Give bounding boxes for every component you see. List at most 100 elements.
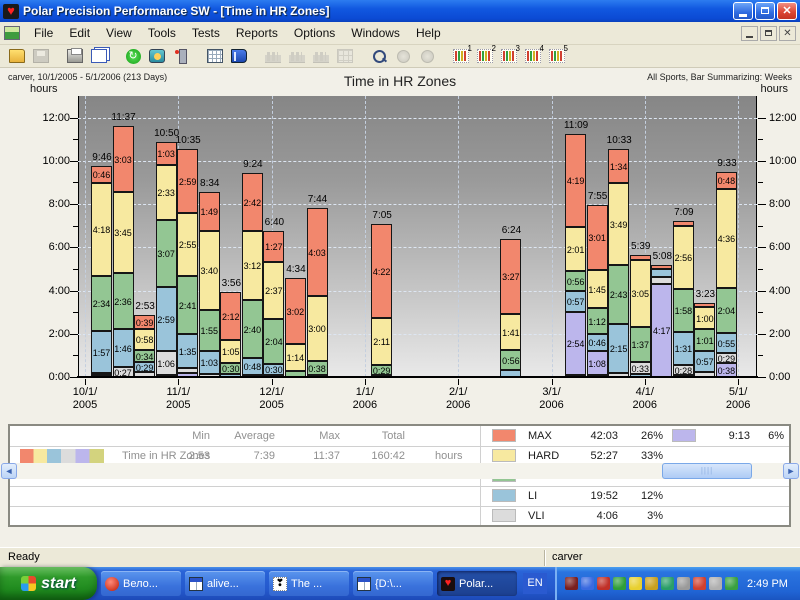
bar-segment-hard[interactable]: 2:56 bbox=[673, 226, 694, 289]
bar-segment-vli[interactable]: 1:06 bbox=[156, 351, 177, 375]
bar-segment-hard[interactable]: 3:45 bbox=[113, 192, 134, 273]
bar-segment-max[interactable] bbox=[694, 303, 715, 307]
bar-segment-max[interactable]: 0:39 bbox=[134, 315, 155, 329]
bar-segment-hard[interactable]: 3:05 bbox=[630, 260, 651, 327]
bar-segment-max[interactable]: 0:48 bbox=[716, 172, 737, 189]
bar-segment-vli[interactable]: 0:29 bbox=[716, 353, 737, 363]
bar-segment-vli[interactable] bbox=[91, 373, 112, 375]
bar-segment-extra[interactable]: 1:08 bbox=[587, 351, 608, 375]
tray-icon[interactable] bbox=[709, 577, 722, 590]
bar-segment-mod[interactable]: 2:41 bbox=[177, 276, 198, 334]
bar-segment-max[interactable]: 1:27 bbox=[263, 231, 284, 262]
bar-segment-vli[interactable]: 0:33 bbox=[630, 362, 651, 374]
task-button[interactable]: Вело... bbox=[101, 571, 181, 596]
bar-segment-li[interactable]: 0:55 bbox=[716, 333, 737, 353]
bar-segment-hard[interactable]: 3:40 bbox=[199, 231, 220, 310]
report-1-button[interactable]: 1 bbox=[449, 46, 473, 67]
bar-segment-li[interactable]: 0:57 bbox=[565, 291, 586, 312]
bar-segment-max[interactable]: 3:01 bbox=[587, 205, 608, 270]
bar-segment-mod[interactable]: 3:07 bbox=[156, 220, 177, 287]
bar-segment-max[interactable] bbox=[651, 265, 672, 269]
horizontal-scrollbar[interactable]: ◄ ► bbox=[0, 463, 800, 479]
bar-segment-max[interactable]: 4:19 bbox=[565, 134, 586, 227]
bar-segment-mod[interactable]: 1:55 bbox=[199, 310, 220, 351]
bar-segment-vli[interactable] bbox=[651, 277, 672, 284]
bar-segment-hard[interactable]: 2:33 bbox=[156, 165, 177, 220]
mdi-close-button[interactable]: ✕ bbox=[779, 26, 796, 41]
diary-button[interactable] bbox=[227, 46, 251, 67]
bar-segment-max[interactable]: 0:46 bbox=[91, 166, 112, 183]
bar-segment-li[interactable] bbox=[651, 269, 672, 277]
bar-segment-hard[interactable]: 1:14 bbox=[285, 344, 306, 371]
bar-segment-mod[interactable]: 1:12 bbox=[587, 308, 608, 334]
bar-segment-extra[interactable]: 0:38 bbox=[716, 363, 737, 377]
bar-segment-max[interactable] bbox=[673, 221, 694, 226]
tray-icon[interactable] bbox=[565, 577, 578, 590]
bar-segment-hard[interactable]: 4:36 bbox=[716, 189, 737, 288]
bar-segment-li[interactable]: 0:46 bbox=[587, 334, 608, 351]
bar-segment-hard[interactable]: 0:58 bbox=[134, 329, 155, 350]
bar-segment-mod[interactable]: 2:04 bbox=[263, 319, 284, 364]
bar-segment-mod[interactable]: 0:56 bbox=[500, 350, 521, 370]
bar-segment-li[interactable]: 2:59 bbox=[156, 287, 177, 351]
bar-segment-hard[interactable]: 3:12 bbox=[242, 231, 263, 300]
bar-segment-extra[interactable]: 4:17 bbox=[651, 284, 672, 377]
bar-segment-mod[interactable]: 0:56 bbox=[565, 271, 586, 291]
mdi-minimize-button[interactable] bbox=[741, 26, 758, 41]
bar-segment-li[interactable]: 1:03 bbox=[199, 351, 220, 374]
scroll-right-arrow-icon[interactable]: ► bbox=[783, 463, 799, 479]
tray-icon[interactable] bbox=[725, 577, 738, 590]
scroll-left-arrow-icon[interactable]: ◄ bbox=[1, 463, 17, 479]
bar-segment-hard[interactable]: 1:00 bbox=[694, 307, 715, 329]
sync-button[interactable]: ↻ bbox=[121, 46, 145, 67]
bar-segment-hard[interactable]: 2:01 bbox=[565, 227, 586, 271]
bar-segment-mod[interactable]: 0:38 bbox=[307, 361, 328, 375]
menu-item-help[interactable]: Help bbox=[408, 23, 449, 43]
task-button[interactable]: ♥Polar... bbox=[437, 571, 517, 596]
task-button[interactable]: {D:\... bbox=[353, 571, 433, 596]
restore-button[interactable] bbox=[755, 2, 775, 20]
bar-segment-hard[interactable]: 1:41 bbox=[500, 314, 521, 350]
zoom-button[interactable] bbox=[367, 46, 391, 67]
bar-segment-mod[interactable]: 2:43 bbox=[608, 265, 629, 324]
hr-monitor-button[interactable] bbox=[145, 46, 169, 67]
mdi-restore-button[interactable] bbox=[760, 26, 777, 41]
menu-item-windows[interactable]: Windows bbox=[343, 23, 408, 43]
bar-segment-li[interactable]: 0:57 bbox=[694, 351, 715, 372]
menu-item-tests[interactable]: Tests bbox=[184, 23, 228, 43]
bar-segment-hard[interactable]: 1:45 bbox=[587, 270, 608, 308]
bar-segment-max[interactable]: 1:49 bbox=[199, 192, 220, 231]
open-file-button[interactable] bbox=[5, 46, 29, 67]
tray-icon[interactable] bbox=[613, 577, 626, 590]
tray-icon[interactable] bbox=[629, 577, 642, 590]
bar-segment-max[interactable]: 4:03 bbox=[307, 208, 328, 296]
bar-segment-max[interactable]: 3:02 bbox=[285, 278, 306, 344]
bar-segment-mod[interactable]: 0:30 bbox=[220, 363, 241, 374]
minimize-button[interactable] bbox=[733, 2, 753, 20]
tray-icon[interactable] bbox=[581, 577, 594, 590]
bar-segment-max[interactable]: 3:27 bbox=[500, 239, 521, 314]
bar-segment-li[interactable]: 0:48 bbox=[242, 358, 263, 375]
report-4-button[interactable]: 4 bbox=[521, 46, 545, 67]
bar-segment-li[interactable]: 0:29 bbox=[134, 362, 155, 372]
bar-segment-mod[interactable]: 1:37 bbox=[630, 327, 651, 362]
start-button[interactable]: start bbox=[0, 567, 97, 600]
menu-item-view[interactable]: View bbox=[98, 23, 140, 43]
tray-icon[interactable] bbox=[677, 577, 690, 590]
tray-icon[interactable] bbox=[661, 577, 674, 590]
bar-segment-li[interactable]: 1:35 bbox=[177, 334, 198, 368]
bar-segment-hard[interactable]: 1:05 bbox=[220, 340, 241, 363]
bar-segment-vli[interactable]: 0:28 bbox=[673, 365, 694, 375]
menu-item-reports[interactable]: Reports bbox=[228, 23, 286, 43]
report-5-button[interactable]: 5 bbox=[545, 46, 569, 67]
calendar-button[interactable] bbox=[203, 46, 227, 67]
bar-segment-extra[interactable]: 2:54 bbox=[565, 312, 586, 375]
bar-segment-hard[interactable]: 3:49 bbox=[608, 183, 629, 265]
menu-item-edit[interactable]: Edit bbox=[61, 23, 98, 43]
report-3-button[interactable]: 3 bbox=[497, 46, 521, 67]
close-button[interactable]: ✕ bbox=[777, 2, 797, 20]
bar-segment-max[interactable]: 3:03 bbox=[113, 126, 134, 192]
language-indicator[interactable]: EN bbox=[523, 573, 547, 594]
bar-segment-li[interactable]: 1:57 bbox=[91, 331, 112, 373]
tray-icon[interactable] bbox=[693, 577, 706, 590]
